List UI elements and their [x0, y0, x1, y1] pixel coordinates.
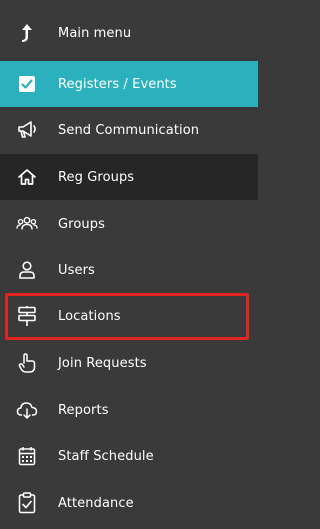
sidebar-item-label: Reg Groups [58, 169, 135, 185]
sidebar-item-send-communication[interactable]: Send Communication [0, 107, 258, 153]
sidebar-item-label: Reports [58, 402, 109, 418]
home-icon [16, 166, 38, 188]
people-group-icon [16, 213, 38, 235]
sidebar-item-label: Locations [58, 308, 121, 324]
sidebar-item-attendance[interactable]: Attendance [0, 480, 258, 526]
cloud-download-icon [16, 399, 38, 421]
checkbox-icon [16, 73, 38, 95]
sidebar-item-label: Join Requests [58, 355, 147, 371]
sidebar-item-locations[interactable]: Locations [0, 293, 258, 339]
sidebar-item-join-requests[interactable]: Join Requests [0, 340, 258, 386]
user-icon [16, 259, 38, 281]
megaphone-icon [16, 119, 38, 141]
sidebar-item-label: Groups [58, 216, 105, 232]
sidebar-item-reg-groups[interactable]: Reg Groups [0, 154, 258, 200]
sidebar-item-label: Attendance [58, 495, 134, 511]
sidebar-item-label: Main menu [58, 25, 132, 41]
hand-pointer-icon [16, 352, 38, 374]
sidebar-item-main-menu[interactable]: Main menu [0, 10, 258, 56]
calendar-icon [16, 445, 38, 467]
sidebar-item-reports[interactable]: Reports [0, 387, 258, 433]
sidebar-item-label: Send Communication [58, 122, 200, 138]
signpost-icon [16, 305, 38, 327]
sidebar-item-staff-schedule[interactable]: Staff Schedule [0, 433, 258, 479]
sidebar-item-groups[interactable]: Groups [0, 201, 258, 247]
sidebar-item-label: Registers / Events [58, 76, 177, 92]
up-arrow-icon [16, 22, 38, 44]
sidebar: Main menu Registers / Events Send Commun… [0, 0, 258, 529]
sidebar-item-registers-events[interactable]: Registers / Events [0, 61, 258, 107]
sidebar-item-label: Staff Schedule [58, 448, 154, 464]
sidebar-item-label: Users [58, 262, 95, 278]
clipboard-check-icon [16, 492, 38, 514]
sidebar-item-users[interactable]: Users [0, 247, 258, 293]
